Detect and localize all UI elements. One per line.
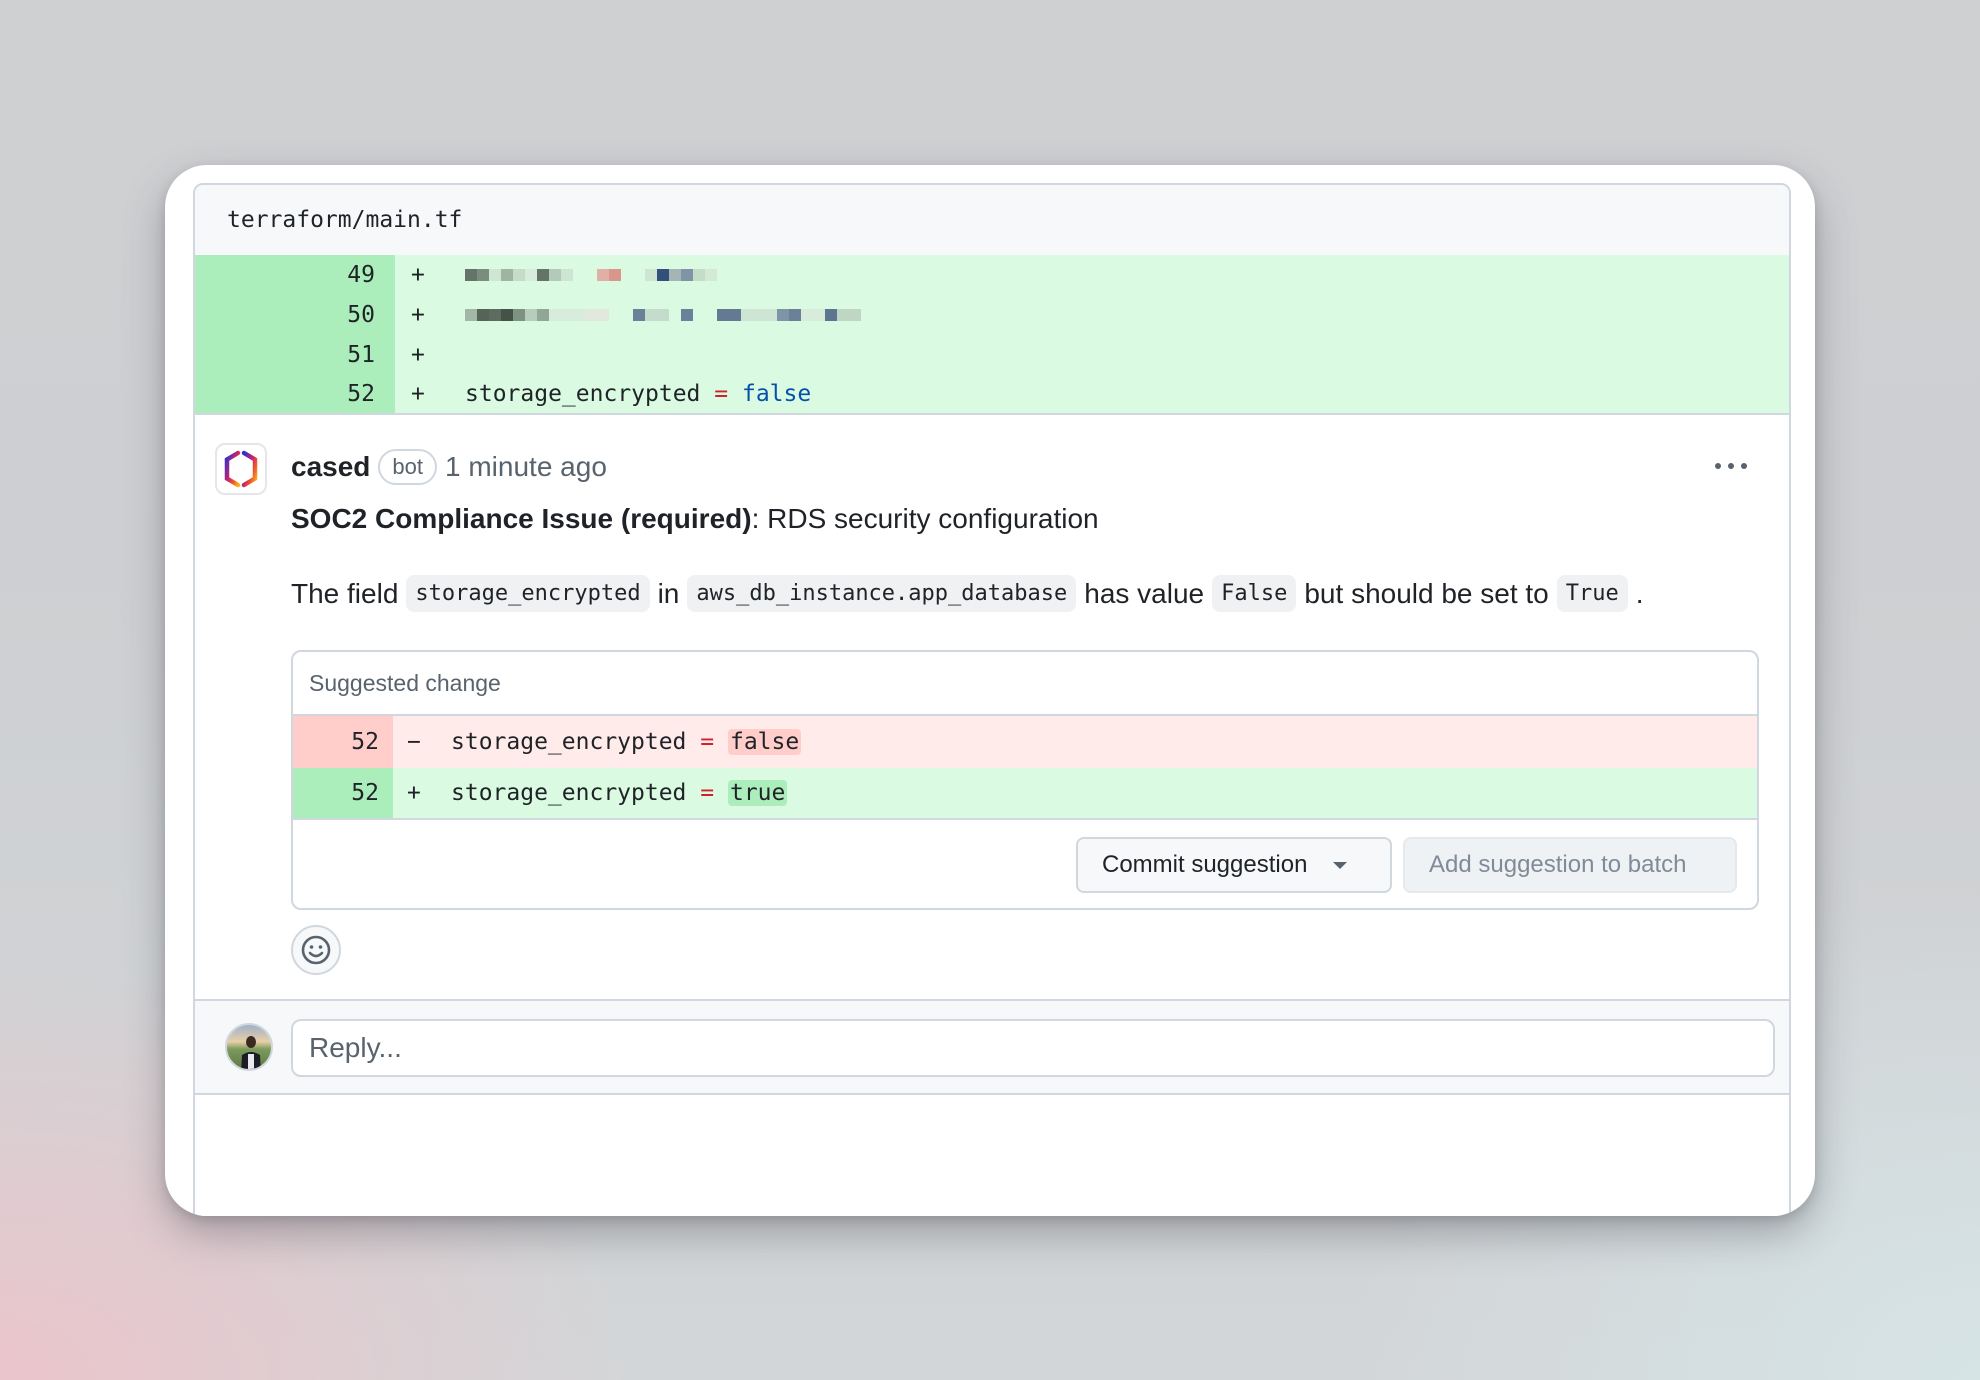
body-text: The field <box>291 577 399 609</box>
diff-sign: + <box>411 381 425 407</box>
commit-suggestion-label: Commit suggestion <box>1102 851 1308 878</box>
comment-title: SOC2 Compliance Issue (required): RDS se… <box>291 503 1099 535</box>
comment-options-button[interactable] <box>1711 453 1751 479</box>
diff-line: 51 + <box>195 335 1789 375</box>
smiley-icon <box>301 935 331 965</box>
code-content: storage_encrypted = true <box>443 780 788 806</box>
review-thread-panel: terraform/main.tf 49 + 50 + 51 + 52 + st… <box>193 183 1791 1216</box>
diff-sign: − <box>407 729 421 755</box>
caret-down-icon[interactable] <box>1333 861 1348 869</box>
kebab-dot-icon <box>1741 463 1747 469</box>
suggestion-actions: Commit suggestion Add suggestion to batc… <box>293 820 1757 908</box>
bot-badge: bot <box>378 449 437 485</box>
comment-title-bold: SOC2 Compliance Issue (required) <box>291 503 752 534</box>
comment-title-rest: : RDS security configuration <box>751 503 1099 534</box>
body-text: but should be set to <box>1304 577 1549 609</box>
diff-line: 52 + storage_encrypted = false <box>195 375 1789 415</box>
line-number: 52 <box>293 716 393 768</box>
kebab-dot-icon <box>1715 463 1721 469</box>
code-value: false <box>727 729 802 755</box>
suggestion-added-line: 52 + storage_encrypted = true <box>293 768 1757 820</box>
body-text: has value <box>1084 577 1205 609</box>
kebab-dot-icon <box>1728 463 1734 469</box>
user-photo-icon <box>241 1036 261 1069</box>
diff-sign: + <box>411 302 425 328</box>
inline-code: storage_encrypted <box>406 575 650 612</box>
code-key: storage_encrypted <box>451 780 687 806</box>
add-reaction-button[interactable] <box>291 925 341 975</box>
commit-suggestion-button[interactable]: Commit suggestion <box>1076 837 1392 893</box>
code-value: true <box>727 780 788 806</box>
line-number[interactable]: 52 <box>195 375 395 413</box>
code-key: storage_encrypted <box>451 729 687 755</box>
inline-code: aws_db_instance.app_database <box>687 575 1077 612</box>
inline-code: True <box>1556 575 1628 612</box>
review-card: terraform/main.tf 49 + 50 + 51 + 52 + st… <box>165 165 1815 1216</box>
diff-sign: + <box>411 342 425 368</box>
inline-code: False <box>1212 575 1297 612</box>
file-path[interactable]: terraform/main.tf <box>227 207 462 233</box>
user-avatar[interactable] <box>225 1023 273 1071</box>
reply-input[interactable] <box>291 1019 1775 1077</box>
code-operator: = <box>700 780 715 806</box>
cased-logo-icon <box>224 450 258 488</box>
suggested-change-box: Suggested change 52 − storage_encrypted … <box>291 650 1759 910</box>
suggestion-removed-line: 52 − storage_encrypted = false <box>293 716 1757 768</box>
diff-line: 49 + <box>195 255 1789 295</box>
comment-timestamp[interactable]: 1 minute ago <box>445 451 607 483</box>
diff-view: 49 + 50 + 51 + 52 + storage_encrypted = … <box>195 255 1789 415</box>
code-key: storage_encrypted <box>465 381 701 407</box>
add-to-batch-label: Add suggestion to batch <box>1429 851 1687 878</box>
review-comment: cased bot 1 minute ago SOC2 Compliance I… <box>195 415 1789 1001</box>
diff-line: 50 + <box>195 295 1789 335</box>
body-text: in <box>657 577 680 609</box>
redacted-code <box>435 309 861 321</box>
add-suggestion-to-batch-button[interactable]: Add suggestion to batch <box>1403 837 1737 893</box>
code-content: storage_encrypted = false <box>443 729 802 755</box>
comment-header: cased bot 1 minute ago <box>291 449 607 485</box>
comment-author[interactable]: cased <box>291 451 370 483</box>
file-header: terraform/main.tf <box>195 185 1789 255</box>
code-operator: = <box>700 729 715 755</box>
suggested-change-header: Suggested change <box>293 652 1757 716</box>
line-number[interactable]: 49 <box>195 255 395 295</box>
diff-sign: + <box>407 780 421 806</box>
line-number[interactable]: 50 <box>195 295 395 335</box>
line-number: 52 <box>293 768 393 818</box>
diff-sign: + <box>411 262 425 288</box>
body-text: . <box>1635 577 1644 609</box>
code-content: storage_encrypted = false <box>435 381 811 407</box>
comment-body: The field storage_encrypted in aws_db_in… <box>291 575 1644 612</box>
line-number[interactable]: 51 <box>195 335 395 375</box>
code-value: false <box>741 381 812 407</box>
cased-bot-avatar[interactable] <box>215 443 267 495</box>
code-operator: = <box>714 381 729 407</box>
reply-section <box>195 1001 1789 1095</box>
redacted-code <box>435 269 717 281</box>
